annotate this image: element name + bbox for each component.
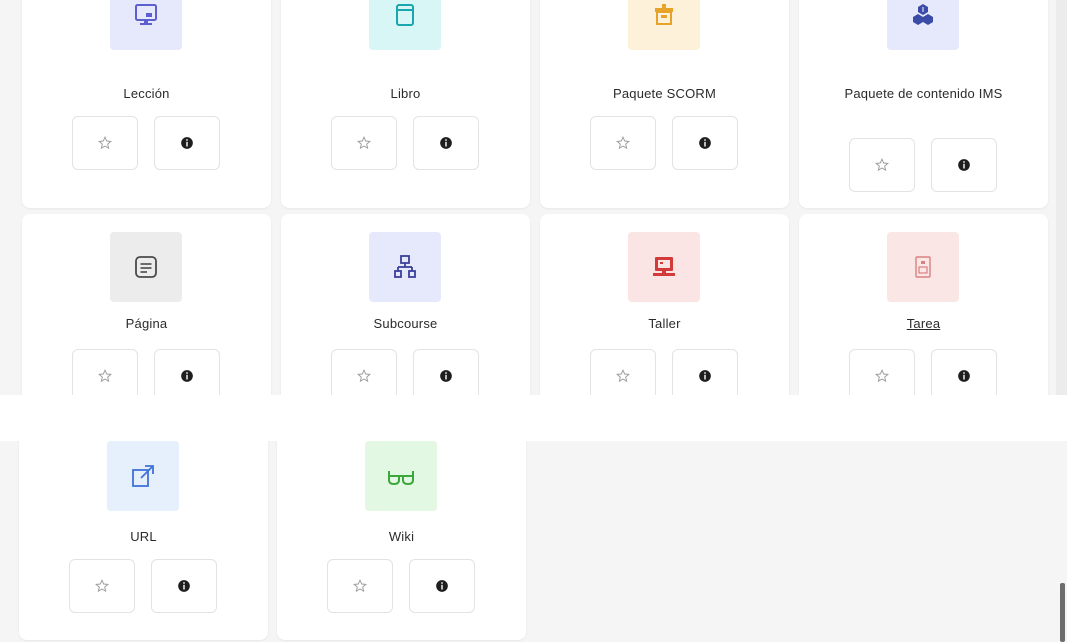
info-icon: [699, 137, 711, 149]
module-grid-top: Lección Libro Paquete SCORM Paquete de c…: [0, 0, 1067, 395]
star-outline-icon: [616, 369, 630, 383]
package-box-icon: [655, 4, 673, 25]
module-card-libro[interactable]: Libro: [281, 0, 530, 208]
module-tile[interactable]: [628, 0, 700, 50]
module-label: Lección: [123, 86, 170, 101]
scroll-track: [1056, 0, 1067, 395]
monitor-lesson-icon: [135, 4, 157, 25]
star-outline-icon: [98, 136, 112, 150]
assignment-icon: [915, 256, 931, 278]
star-outline-icon: [616, 136, 630, 150]
info-icon: [699, 370, 711, 382]
external-link-icon: [132, 465, 154, 487]
info-icon: [440, 370, 452, 382]
module-label: Página: [125, 316, 168, 331]
module-tile[interactable]: [628, 232, 700, 302]
module-card-paquete-scorm[interactable]: Paquete SCORM: [540, 0, 789, 208]
info-icon: [958, 159, 970, 171]
info-icon: [436, 580, 448, 592]
info-button[interactable]: [151, 559, 217, 613]
module-card-pagina[interactable]: Página: [22, 214, 271, 395]
module-card-taller[interactable]: Taller: [540, 214, 789, 395]
module-label: Subcourse: [373, 316, 438, 331]
module-grid-bottom: URL Wiki: [0, 441, 1067, 642]
subcourse-network-icon: [394, 255, 416, 278]
module-card-subcourse[interactable]: Subcourse: [281, 214, 530, 395]
module-tile[interactable]: [107, 441, 179, 511]
star-outline-icon: [875, 158, 889, 172]
star-button[interactable]: [849, 349, 915, 395]
book-icon: [396, 4, 414, 26]
scrollbar-thumb[interactable]: [1060, 583, 1065, 642]
star-button[interactable]: [331, 349, 397, 395]
star-outline-icon: [95, 579, 109, 593]
star-button[interactable]: [327, 559, 393, 613]
module-card-wiki[interactable]: Wiki: [277, 441, 526, 640]
module-label: Paquete SCORM: [612, 86, 717, 101]
module-label: Libro: [390, 86, 421, 101]
module-label: URL: [130, 529, 157, 544]
info-icon: [958, 370, 970, 382]
star-outline-icon: [98, 369, 112, 383]
module-tile[interactable]: [369, 0, 441, 50]
info-button[interactable]: [672, 349, 738, 395]
module-label: Taller: [648, 316, 681, 331]
module-label[interactable]: Tarea: [799, 315, 1048, 333]
star-outline-icon: [357, 369, 371, 383]
module-label: Paquete de contenido IMS: [844, 86, 1003, 101]
star-outline-icon: [353, 579, 367, 593]
module-tile[interactable]: [110, 232, 182, 302]
workshop-icon: [653, 257, 675, 276]
star-button[interactable]: [590, 349, 656, 395]
cubes-icon: [913, 4, 933, 25]
info-button[interactable]: [672, 116, 738, 170]
module-tile[interactable]: [887, 232, 959, 302]
info-icon: [178, 580, 190, 592]
section-gap: [0, 395, 1067, 441]
module-card-paquete-ims[interactable]: Paquete de contenido IMS: [799, 0, 1048, 208]
module-card-leccion[interactable]: Lección: [22, 0, 271, 208]
info-button[interactable]: [409, 559, 475, 613]
module-tile[interactable]: [365, 441, 437, 511]
info-icon: [181, 370, 193, 382]
star-outline-icon: [875, 369, 889, 383]
module-label: Wiki: [388, 529, 415, 544]
activity-chooser: Lección Libro Paquete SCORM Paquete de c…: [0, 0, 1067, 642]
star-outline-icon: [357, 136, 371, 150]
info-button[interactable]: [931, 138, 997, 192]
module-tile[interactable]: [887, 0, 959, 50]
module-tile[interactable]: [110, 0, 182, 50]
star-button[interactable]: [590, 116, 656, 170]
module-tile[interactable]: [369, 232, 441, 302]
star-button[interactable]: [72, 349, 138, 395]
star-button[interactable]: [331, 116, 397, 170]
star-button[interactable]: [849, 138, 915, 192]
info-icon: [181, 137, 193, 149]
page-icon: [135, 256, 157, 278]
info-button[interactable]: [154, 349, 220, 395]
info-button[interactable]: [154, 116, 220, 170]
star-button[interactable]: [69, 559, 135, 613]
info-button[interactable]: [931, 349, 997, 395]
star-button[interactable]: [72, 116, 138, 170]
info-icon: [440, 137, 452, 149]
module-card-url[interactable]: URL: [19, 441, 268, 640]
info-button[interactable]: [413, 349, 479, 395]
module-card-tarea[interactable]: Tarea: [799, 214, 1048, 395]
info-button[interactable]: [413, 116, 479, 170]
glasses-icon: [388, 471, 414, 486]
